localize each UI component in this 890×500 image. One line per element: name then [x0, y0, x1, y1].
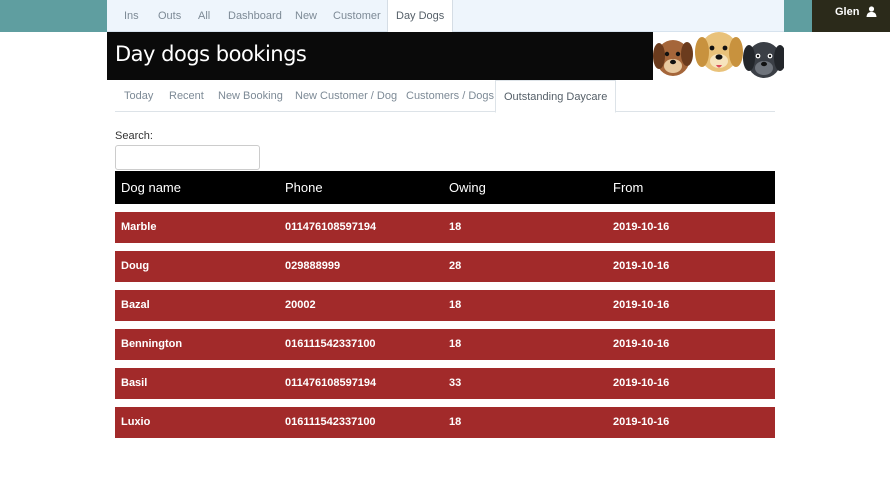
top-nav: Ins Outs All Dashboard New Customer Day …: [107, 0, 784, 32]
cell-phone: 016111542337100: [285, 338, 376, 350]
table-row[interactable]: Luxio 016111542337100 18 2019-10-16: [115, 407, 775, 438]
user-icon: [866, 6, 877, 17]
tab-customers-dogs[interactable]: Customers / Dogs: [406, 80, 494, 112]
cell-phone: 016111542337100: [285, 416, 376, 428]
cell-owing: 18: [449, 299, 462, 311]
top-tab-day-dogs[interactable]: Day Dogs: [387, 0, 454, 32]
cell-from: 2019-10-16: [613, 221, 670, 233]
tab-new-customer-dog[interactable]: New Customer / Dog: [295, 80, 397, 112]
cell-owing: 18: [449, 416, 462, 428]
cell-from: 2019-10-16: [613, 416, 670, 428]
table-row[interactable]: Basil 011476108597194 33 2019-10-16: [115, 368, 775, 399]
cell-owing: 18: [449, 221, 462, 233]
cell-from: 2019-10-16: [613, 260, 670, 272]
top-tab-ins[interactable]: Ins: [124, 0, 139, 32]
cell-owing: 18: [449, 338, 462, 350]
cell-dog-name: Luxio: [121, 416, 151, 428]
cell-from: 2019-10-16: [613, 377, 670, 389]
top-tab-new[interactable]: New: [295, 0, 317, 32]
user-menu[interactable]: Glen: [812, 0, 890, 32]
table-header: Dog name Phone Owing From: [115, 171, 775, 204]
cell-dog-name: Doug: [121, 260, 150, 272]
table-row[interactable]: Marble 011476108597194 18 2019-10-16: [115, 212, 775, 243]
tab-outstanding-daycare[interactable]: Outstanding Daycare: [495, 80, 617, 113]
page-title: Day dogs bookings: [115, 42, 307, 66]
cell-dog-name: Marble: [121, 221, 157, 233]
table-row[interactable]: Doug 029888999 28 2019-10-16: [115, 251, 775, 282]
cell-from: 2019-10-16: [613, 338, 670, 350]
cell-phone: 029888999: [285, 260, 341, 272]
tab-today[interactable]: Today: [124, 80, 153, 112]
cell-dog-name: Basil: [121, 377, 148, 389]
cell-phone: 011476108597194: [285, 377, 377, 389]
cell-owing: 33: [449, 377, 462, 389]
table-row[interactable]: Bazal 20002 18 2019-10-16: [115, 290, 775, 321]
column-header-dog-name[interactable]: Dog name: [121, 171, 181, 204]
top-tab-outs[interactable]: Outs: [158, 0, 181, 32]
top-tab-dashboard[interactable]: Dashboard: [228, 0, 282, 32]
top-tab-all[interactable]: All: [198, 0, 210, 32]
search-input[interactable]: [115, 145, 260, 170]
banner-bar: Day dogs bookings: [107, 32, 784, 80]
tab-new-booking[interactable]: New Booking: [218, 80, 283, 112]
cell-owing: 28: [449, 260, 462, 272]
sub-nav: Today Recent New Booking New Customer / …: [115, 80, 775, 113]
cell-phone: 20002: [285, 299, 316, 311]
column-header-owing[interactable]: Owing: [449, 171, 486, 204]
cell-dog-name: Bazal: [121, 299, 150, 311]
cell-dog-name: Bennington: [121, 338, 183, 350]
search-label: Search:: [115, 130, 153, 142]
table-row[interactable]: Bennington 016111542337100 18 2019-10-16: [115, 329, 775, 360]
outstanding-table: Dog name Phone Owing From Marble 0114761…: [115, 171, 775, 438]
tab-recent[interactable]: Recent: [169, 80, 204, 112]
page: Ins Outs All Dashboard New Customer Day …: [0, 0, 890, 500]
banner: Day dogs bookings: [0, 32, 890, 80]
column-header-from[interactable]: From: [613, 171, 643, 204]
column-header-phone[interactable]: Phone: [285, 171, 323, 204]
cell-phone: 011476108597194: [285, 221, 377, 233]
user-name: Glen: [835, 6, 860, 18]
top-tab-customer[interactable]: Customer: [333, 0, 381, 32]
cell-from: 2019-10-16: [613, 299, 670, 311]
cartoon-dogs-image: [653, 32, 784, 80]
